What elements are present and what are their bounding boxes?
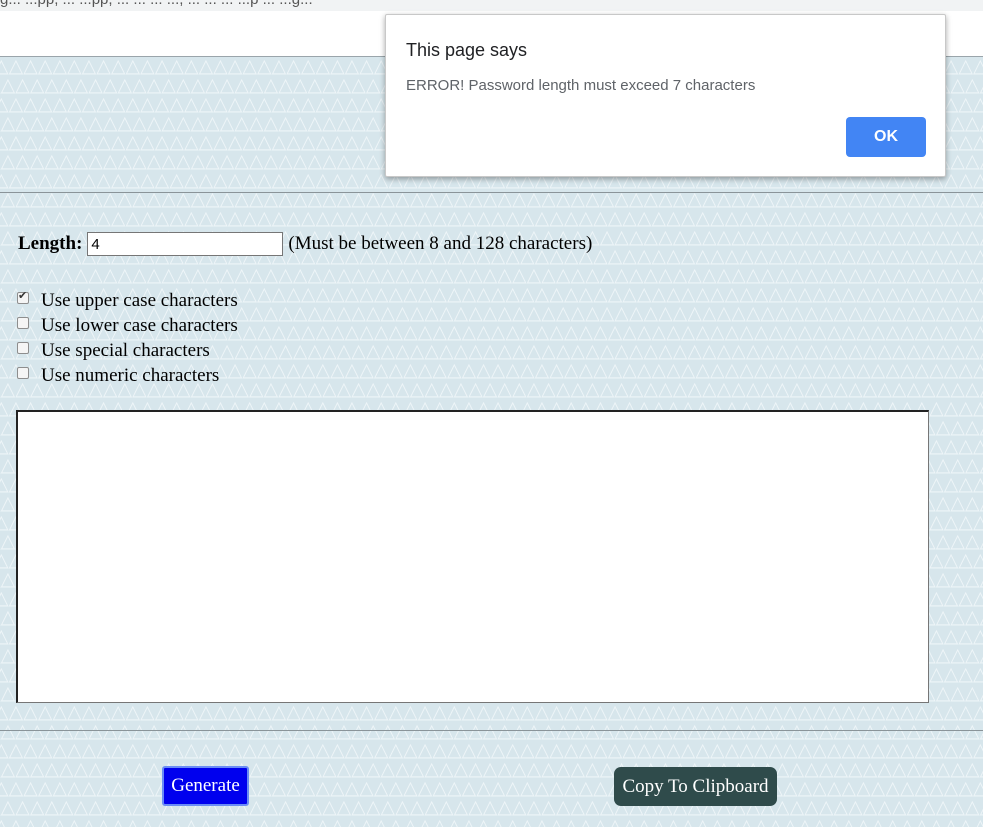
header-divider <box>0 192 983 193</box>
lower-case-label: Use lower case characters <box>41 314 238 336</box>
copy-to-clipboard-button[interactable]: Copy To Clipboard <box>614 767 777 806</box>
browser-top-strip: g... ...pp, ... ...pp, ... ... ... ..., … <box>0 0 983 11</box>
length-input[interactable] <box>87 232 284 256</box>
tree-icon-row: △△△△△△△△△△△△△△△△△△△△△△△△△△△△△△△△△△△△△△△△… <box>0 815 983 827</box>
password-output-textarea[interactable] <box>16 410 929 703</box>
length-row: Length: (Must be between 8 and 128 chara… <box>18 232 592 256</box>
dialog-title: This page says <box>406 40 528 60</box>
dialog-ok-button[interactable]: OK <box>846 117 926 157</box>
numeric-checkbox[interactable] <box>17 366 29 379</box>
option-lower-case[interactable]: Use lower case characters <box>17 313 238 338</box>
option-upper-case[interactable]: Use upper case characters <box>17 288 238 313</box>
page: g... ...pp, ... ...pp, ... ... ... ..., … <box>0 0 983 827</box>
browser-top-text: g... ...pp, ... ...pp, ... ... ... ..., … <box>0 0 313 8</box>
footer-divider <box>0 730 983 731</box>
special-checkbox[interactable] <box>17 341 29 354</box>
character-options: Use upper case characters Use lower case… <box>17 288 238 388</box>
special-label: Use special characters <box>41 339 210 361</box>
length-hint: (Must be between 8 and 128 characters) <box>288 233 593 254</box>
lower-case-checkbox[interactable] <box>17 316 29 329</box>
upper-case-label: Use upper case characters <box>41 289 238 311</box>
numeric-label: Use numeric characters <box>41 364 220 386</box>
generate-button[interactable]: Generate <box>162 766 249 806</box>
upper-case-checkbox[interactable] <box>17 289 29 304</box>
dialog-message: ERROR! Password length must exceed 7 cha… <box>406 77 756 94</box>
length-label: Length: <box>18 233 83 254</box>
option-special[interactable]: Use special characters <box>17 338 238 363</box>
option-numeric[interactable]: Use numeric characters <box>17 363 238 388</box>
alert-dialog: This page says ERROR! Password length mu… <box>385 14 946 177</box>
